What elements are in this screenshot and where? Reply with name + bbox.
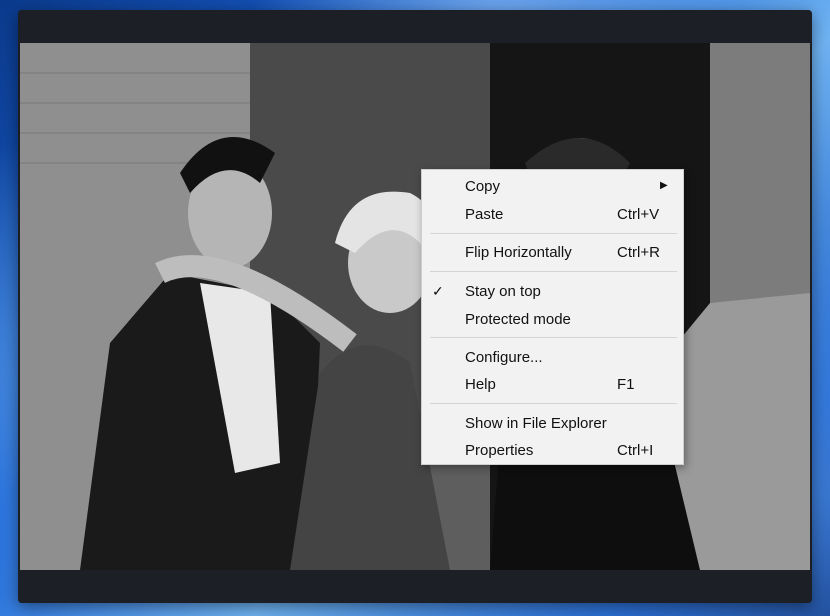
menu-item-label: Properties (465, 442, 534, 459)
menu-item-label: Configure... (465, 349, 543, 366)
checkmark-icon: ✓ (432, 283, 444, 299)
menu-item-label: Paste (465, 206, 504, 223)
menu-item-stay-on-top[interactable]: ✓ Stay on top (424, 279, 681, 305)
menu-item-protected-mode[interactable]: Protected mode (424, 307, 681, 333)
menu-item-label: Protected mode (465, 311, 571, 328)
menu-item-configure[interactable]: Configure... (424, 345, 681, 371)
menu-item-label: Flip Horizontally (465, 244, 572, 261)
menu-separator (430, 403, 677, 404)
menu-separator (430, 233, 677, 234)
viewer-title-bar[interactable] (18, 10, 812, 43)
menu-item-label: Help (465, 376, 496, 393)
menu-item-label: Show in File Explorer (465, 415, 607, 432)
chevron-right-icon: ▶ (660, 180, 668, 191)
menu-separator (430, 271, 677, 272)
displayed-photo[interactable] (20, 43, 810, 570)
menu-item-shortcut: F1 (617, 376, 635, 393)
menu-item-label: Stay on top (465, 283, 541, 300)
context-menu: Copy ▶ Paste Ctrl+V Flip Horizontally Ct… (421, 169, 684, 465)
menu-item-properties[interactable]: Properties Ctrl+I (424, 438, 681, 464)
menu-separator (430, 337, 677, 338)
menu-item-help[interactable]: Help F1 (424, 372, 681, 398)
photo-illustration (20, 43, 810, 570)
menu-item-shortcut: Ctrl+V (617, 206, 660, 223)
menu-item-flip-horizontally[interactable]: Flip Horizontally Ctrl+R (424, 240, 681, 266)
menu-item-label: Copy (465, 178, 501, 195)
menu-item-show-in-file-explorer[interactable]: Show in File Explorer (424, 411, 681, 437)
viewer-status-bar (18, 570, 812, 603)
menu-item-shortcut: Ctrl+R (617, 244, 660, 261)
menu-item-copy[interactable]: Copy ▶ (424, 174, 681, 200)
menu-item-shortcut: Ctrl+I (617, 442, 654, 459)
menu-item-paste[interactable]: Paste Ctrl+V (424, 202, 681, 228)
image-viewer-window[interactable] (18, 10, 812, 603)
